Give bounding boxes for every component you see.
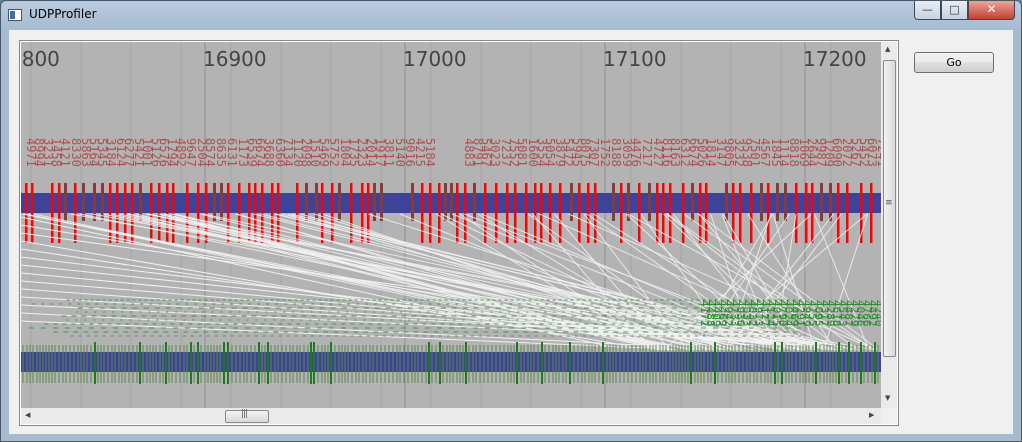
- sent-packet-marker: [739, 183, 742, 243]
- sent-packet-marker: [411, 183, 414, 221]
- sent-packet-marker: [699, 183, 702, 243]
- horizontal-scrollbar[interactable]: ◀ ▶: [21, 408, 881, 424]
- sent-packet-marker: [525, 183, 528, 243]
- sent-packet-marker: [380, 183, 383, 221]
- sent-packet-marker: [534, 183, 537, 243]
- sent-packet-marker: [271, 183, 274, 243]
- minimize-button[interactable]: —: [914, 1, 941, 20]
- sent-packet-marker: [64, 183, 67, 221]
- sent-packet-marker: [150, 183, 153, 243]
- scroll-right-arrow-icon[interactable]: ▶: [869, 411, 874, 419]
- tick-label: 17000: [403, 47, 467, 71]
- scroll-left-arrow-icon[interactable]: ◀: [25, 411, 30, 419]
- client-area: 6800169001700017100172004971899432311458…: [9, 30, 1013, 434]
- title-bar[interactable]: UDPProfiler — □ ✕: [1, 1, 1021, 30]
- sent-packet-marker: [495, 183, 498, 243]
- vertical-scroll-thumb[interactable]: [883, 60, 896, 357]
- vertical-scrollbar[interactable]: ▲ ▼: [881, 42, 897, 408]
- sent-packet-marker: [776, 183, 779, 221]
- sent-packet-marker: [220, 183, 223, 221]
- timeline-plot[interactable]: 6800169001700017100172004971899432311458…: [21, 42, 881, 408]
- sent-packet-marker: [93, 183, 96, 221]
- packet-link: [21, 312, 671, 348]
- tick-label: 17200: [803, 47, 867, 71]
- app-window: UDPProfiler — □ ✕ 6800 16900 17000 17100 172…: [0, 0, 1022, 442]
- sent-packet-marker: [361, 183, 364, 243]
- tick-label: 17100: [603, 47, 667, 71]
- sent-packet-marker: [620, 183, 623, 243]
- scrollbar-corner: [881, 408, 897, 424]
- sent-packet-marker: [578, 183, 581, 243]
- scroll-up-arrow-icon[interactable]: ▲: [885, 45, 890, 53]
- sent-packet-marker: [846, 183, 849, 243]
- timeline-canvas: 6800169001700017100172004971899432311458…: [21, 42, 881, 408]
- sent-packet-marker: [166, 183, 169, 243]
- sent-packet-marker: [587, 183, 590, 243]
- sent-packet-marker: [109, 183, 112, 243]
- received-id-label: 4240: [872, 300, 881, 327]
- close-button[interactable]: ✕: [968, 1, 1015, 20]
- go-button[interactable]: Go: [914, 52, 994, 73]
- sent-packet-marker: [51, 183, 54, 243]
- sent-packet-marker: [612, 183, 615, 221]
- sent-packet-marker: [669, 183, 672, 243]
- sent-packet-marker: [837, 183, 840, 243]
- sent-packet-marker: [820, 183, 823, 221]
- sent-packet-marker: [464, 183, 467, 243]
- horizontal-scroll-thumb[interactable]: [225, 409, 269, 423]
- sent-packet-marker: [750, 183, 753, 243]
- sent-packet-marker: [450, 183, 453, 221]
- sent-packet-marker: [648, 183, 651, 221]
- sent-packet-marker: [321, 183, 324, 243]
- scroll-down-arrow-icon[interactable]: ▼: [885, 394, 890, 402]
- app-icon: [8, 9, 22, 21]
- sent-packet-marker: [58, 183, 61, 243]
- sent-packet-marker: [805, 183, 808, 243]
- sent-packet-marker: [186, 183, 189, 243]
- sent-packet-marker: [456, 183, 459, 243]
- tick-label: 6800: [21, 47, 60, 71]
- timeline-view[interactable]: 6800169001700017100172004971899432311458…: [19, 40, 899, 426]
- sent-packet-marker: [540, 183, 543, 243]
- sent-packet-marker: [131, 183, 134, 243]
- sent-packet-marker: [350, 183, 353, 243]
- maximize-button[interactable]: □: [941, 1, 968, 20]
- sent-packet-marker: [656, 183, 659, 243]
- sent-packet-marker: [213, 183, 216, 221]
- sent-packet-marker: [473, 183, 476, 221]
- window-title: UDPProfiler: [29, 7, 97, 21]
- sent-packet-marker: [767, 183, 770, 243]
- sent-packet-marker: [559, 183, 562, 243]
- sent-packet-marker: [438, 183, 441, 243]
- sent-packet-marker: [338, 183, 341, 221]
- sent-packet-marker: [506, 183, 509, 243]
- sent-packet-marker: [197, 183, 200, 243]
- sent-packet-marker: [594, 183, 597, 243]
- sent-packet-marker: [691, 183, 694, 221]
- sent-packet-marker: [795, 183, 798, 243]
- sent-packet-marker: [421, 183, 424, 243]
- sent-packet-marker: [705, 183, 708, 243]
- sent-packet-marker: [811, 183, 814, 243]
- sent-packet-marker: [870, 183, 873, 243]
- sent-packet-marker: [829, 183, 832, 221]
- sent-packet-marker: [725, 183, 728, 221]
- tick-label: 16900: [203, 47, 267, 71]
- sent-packet-marker: [638, 183, 641, 243]
- sent-packet-marker: [784, 183, 787, 221]
- sent-packet-marker: [158, 183, 161, 243]
- sent-packet-marker: [172, 183, 175, 243]
- packet-id-label: 5184: [423, 138, 437, 167]
- sent-packet-marker: [732, 183, 735, 243]
- sent-packet-marker: [484, 183, 487, 243]
- sent-packet-marker: [760, 183, 763, 221]
